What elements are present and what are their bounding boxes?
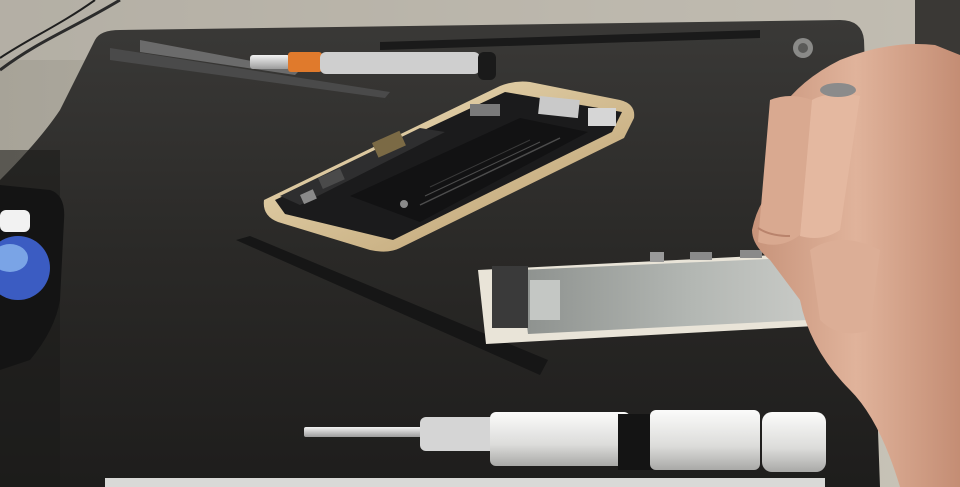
bottom-edge [105,478,825,487]
ring [820,83,856,97]
photo-scene [0,0,960,487]
photo-canvas [0,0,960,487]
